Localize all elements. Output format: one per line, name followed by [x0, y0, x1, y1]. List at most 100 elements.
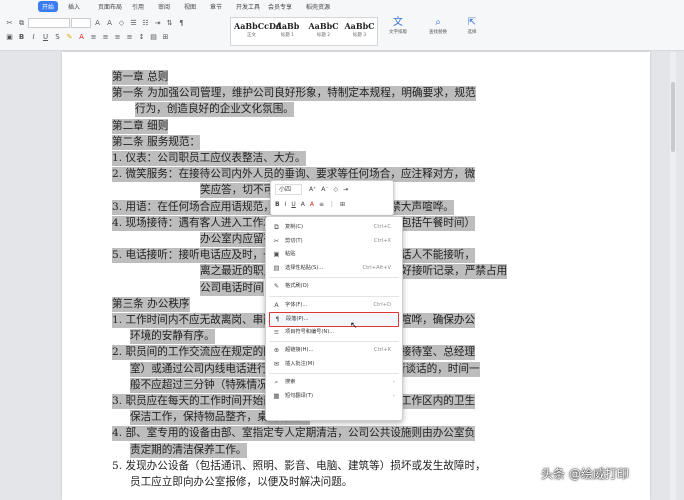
menu-separator: [269, 373, 399, 374]
menu-item[interactable]: ▣ 粘贴: [269, 248, 399, 261]
tab-6[interactable]: 视图: [184, 2, 196, 11]
align-left-icon[interactable]: ≡: [88, 33, 99, 41]
border-icon[interactable]: ⊞: [160, 33, 171, 41]
show-marks-icon[interactable]: ¶: [176, 19, 187, 27]
style-label: 正文: [247, 33, 256, 38]
menu-icon: ▦: [273, 391, 280, 400]
paste-icon[interactable]: ▣: [4, 33, 15, 41]
menu-item[interactable]: A 字体(F)... Ctrl+D: [269, 299, 399, 312]
style-label: 标题 3: [352, 33, 367, 38]
align-center-icon[interactable]: ≡: [100, 33, 111, 41]
style-label: 标题 2: [316, 33, 331, 38]
tab-1[interactable]: 开始: [38, 1, 59, 12]
style-item[interactable]: AaBb 标题 1: [270, 20, 305, 43]
mini-format-icon[interactable]: A: [301, 198, 305, 212]
mini-tool-icon[interactable]: A⁺: [309, 183, 316, 197]
menu-separator: [269, 295, 399, 297]
mini-toolbar-row2: B I U A A ≡ ⋮ ⊞: [275, 198, 389, 212]
menu-icon: ¶: [275, 315, 280, 323]
tab-4[interactable]: 引用: [132, 2, 144, 11]
bullets-icon[interactable]: ☰: [128, 19, 139, 27]
mini-format-icon[interactable]: A: [310, 198, 314, 212]
document-line: 第二条 服务规范：: [112, 134, 201, 150]
menu-item[interactable]: ✎ 格式刷(O): [269, 280, 399, 293]
mini-tool-icon[interactable]: A⁻: [321, 183, 328, 197]
menu-item-label: 复制(C): [285, 224, 304, 230]
menu-icon: ✂: [273, 236, 280, 245]
menu-item[interactable]: ⌕ 搜索 ›: [269, 376, 399, 389]
document-line: 第一条 为加强公司管理，维护公司良好形象，特制定本规程，明确要求，规范: [112, 86, 476, 102]
mini-format-icon[interactable]: B: [275, 198, 280, 212]
scrollbar-thumb[interactable]: [671, 82, 675, 152]
vertical-scrollbar[interactable]: [670, 52, 676, 500]
tab-2[interactable]: 插入: [68, 2, 80, 11]
mini-toolbar: 小四 A⁺ A⁻ ◇ ⇥ B I U A A ≡ ⋮ ⊞: [270, 180, 394, 216]
document-line: 5. 发现办公设备（包括通讯、照明、影音、电脑、建筑等）损坏或发生故障时，: [112, 459, 486, 472]
sort-icon[interactable]: ⇅: [164, 19, 175, 27]
style-item[interactable]: AaBbC 标题 2: [306, 20, 341, 43]
style-item[interactable]: AaBbC 标题 3: [342, 20, 377, 43]
shrink-font-icon[interactable]: A: [104, 19, 115, 27]
underline-icon[interactable]: U: [40, 33, 51, 41]
menu-item[interactable]: ⧉ 复制(C) Ctrl+C: [269, 221, 399, 234]
align-right-icon[interactable]: ≡: [112, 33, 123, 41]
font-name-box[interactable]: [28, 18, 70, 28]
font-size-dropdown[interactable]: 小四: [275, 184, 303, 195]
ribbon-tool-1[interactable]: ⌕ 查找替换: [424, 17, 452, 35]
menu-icon: ⊕: [273, 346, 280, 354]
grow-font-icon[interactable]: A: [92, 19, 103, 27]
line-spacing-icon[interactable]: ↕: [136, 33, 147, 41]
menu-item-label: 剪切(T): [285, 237, 303, 244]
document-line: 行为，创造良好的企业文化氛围。: [135, 102, 294, 118]
tab-5[interactable]: 审阅: [158, 2, 170, 11]
bold-icon[interactable]: B: [16, 33, 27, 41]
menu-item-label: 格式刷(O): [285, 283, 309, 289]
mini-format-icon[interactable]: ≡: [319, 198, 324, 212]
ribbon-toolbar: 开始 插入 页面布局 引用 审阅 视图 章节 开发工具 会员专享 稻壳资源 ✂ ⧉ A A ◇ ☰ ☷ ⇥ ⇅ ¶…: [0, 0, 684, 51]
menu-item[interactable]: ✉ 插入批注(M): [269, 358, 399, 371]
shading-icon[interactable]: ▤: [148, 33, 159, 41]
mini-tool-icon[interactable]: ◇: [334, 183, 339, 197]
style-preview: AaBbCcDd: [234, 21, 282, 31]
menu-item[interactable]: ⊕ 超链接(H)... Ctrl+K: [269, 344, 399, 357]
mini-format-icon[interactable]: ⋮: [329, 198, 335, 212]
justify-icon[interactable]: ≡: [124, 33, 135, 41]
menu-item[interactable]: ▤ 选择性粘贴(S)... Ctrl+Alt+V: [269, 262, 399, 275]
mini-tool-icon[interactable]: ⇥: [343, 183, 348, 197]
menu-item[interactable]: ✂ 剪切(T) Ctrl+X: [269, 235, 399, 248]
copy-icon[interactable]: ⧉: [16, 19, 27, 28]
tab-3[interactable]: 页面布局: [98, 2, 122, 11]
style-label: 标题 1: [280, 33, 295, 38]
menu-item[interactable]: ▦ 短句翻译(T) ›: [269, 390, 399, 403]
document-line: 员工应立即向办公室报修，以便及时解决问题。: [130, 476, 353, 488]
highlight-icon[interactable]: ✎: [64, 33, 75, 41]
tab-9[interactable]: 会员专享: [268, 2, 292, 11]
font-color-icon[interactable]: A: [76, 33, 87, 41]
menu-item-label: 段落(P)...: [286, 316, 309, 322]
tab-8[interactable]: 开发工具: [236, 2, 260, 11]
mini-format-icon[interactable]: I: [285, 198, 287, 212]
cut-icon[interactable]: ✂: [4, 19, 15, 27]
ribbon-tool-0[interactable]: 文文字排版: [384, 17, 412, 35]
strike-icon[interactable]: S: [52, 33, 63, 41]
tab-10[interactable]: 稻壳资源: [306, 2, 330, 11]
tool-label: 文字排版: [389, 30, 407, 35]
italic-icon[interactable]: I: [28, 33, 39, 41]
numbering-icon[interactable]: ☷: [140, 19, 151, 27]
clear-format-icon[interactable]: ◇: [116, 19, 127, 27]
menu-item[interactable]: ≡ 项目符号和编号(N)...: [269, 326, 399, 339]
font-size-box[interactable]: [71, 18, 91, 28]
style-item[interactable]: AaBbCcDd 正文: [234, 20, 282, 43]
document-line: 第三条 办公秩序: [112, 296, 190, 312]
indent-icon[interactable]: ⇥: [152, 19, 163, 27]
context-menu: ⧉ 复制(C) Ctrl+C ✂ 剪切(T) Ctrl+X ▣ 粘贴 ▤ 选择性粘贴(S)... C…: [265, 216, 403, 421]
mini-format-icon[interactable]: ⊞: [340, 198, 345, 212]
mini-format-icon[interactable]: U: [291, 198, 295, 212]
document-line: 1. 仪表：公司职员工应仪表整洁、大方。: [112, 151, 306, 166]
tab-7[interactable]: 章节: [210, 2, 222, 11]
menu-icon: ✎: [273, 282, 280, 290]
menu-icon: ▣: [273, 250, 280, 258]
ribbon-tool-2[interactable]: ⇱ 选择: [458, 17, 486, 35]
menu-icon: ≡: [273, 327, 280, 336]
style-preview: AaBbC: [308, 21, 339, 31]
